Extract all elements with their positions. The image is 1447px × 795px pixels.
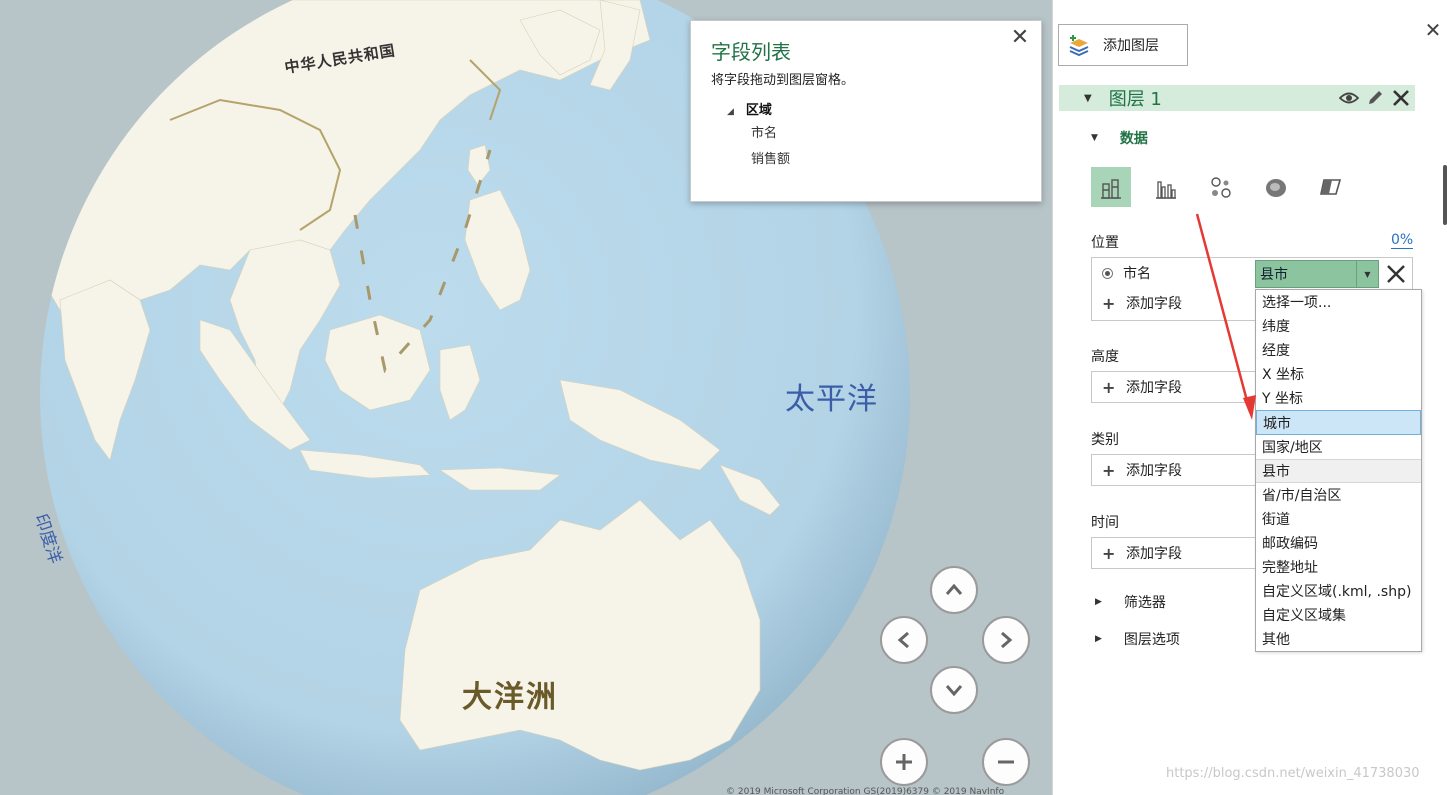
dropdown-option-selected[interactable]: 县市 (1256, 458, 1421, 483)
expand-triangle-icon: ▶ (1095, 634, 1102, 644)
field-list-hint: 将字段拖动到图层窗格。 (711, 73, 855, 88)
chevron-left-icon (897, 631, 909, 649)
category-label: 类别 (1091, 432, 1119, 448)
pan-down-button[interactable] (930, 666, 978, 714)
pan-up-button[interactable] (930, 566, 978, 614)
dropdown-option[interactable]: 国家/地区 (1256, 435, 1421, 459)
stacked-column-button[interactable] (1091, 167, 1131, 207)
stacked-column-icon (1101, 179, 1121, 199)
bubble-button[interactable] (1201, 167, 1241, 207)
close-icon (1387, 265, 1405, 283)
watermark: https://blog.csdn.net/weixin_41738030 (1166, 766, 1420, 781)
dropdown-option[interactable]: 省/市/自治区 (1256, 483, 1421, 507)
geography-type-dropdown: 选择一项... 纬度 经度 X 坐标 Y 坐标 城市 国家/地区 县市 省/市/… (1255, 289, 1422, 652)
plus-icon: + (1102, 543, 1116, 563)
add-layer-button[interactable]: 添加图层 (1058, 24, 1188, 66)
add-layer-label: 添加图层 (1103, 38, 1159, 54)
field-list-title: 字段列表 (711, 40, 791, 64)
dropdown-option[interactable]: 街道 (1256, 507, 1421, 531)
geography-type-select[interactable]: 县市 ▼ (1255, 260, 1379, 288)
layer-options-section[interactable]: ▶ 图层选项 (1095, 629, 1180, 649)
plus-icon: + (1102, 460, 1116, 480)
field-group-label: 区域 (745, 103, 772, 118)
chevron-down-icon (945, 685, 963, 697)
dropdown-option-hovered[interactable]: 城市 (1256, 410, 1421, 435)
bubble-icon (1211, 177, 1231, 198)
expand-triangle-icon: ▶ (1095, 597, 1102, 607)
time-label: 时间 (1091, 515, 1119, 531)
add-field-label: 添加字段 (1126, 463, 1182, 479)
dropdown-option[interactable]: 纬度 (1256, 314, 1421, 338)
pencil-icon[interactable] (1365, 87, 1385, 109)
dropdown-option[interactable]: 自定义区域(.kml, .shp) (1256, 579, 1421, 603)
layer-1-header[interactable]: ▼ 图层 1 (1059, 85, 1415, 111)
add-field-label: 添加字段 (1126, 380, 1182, 396)
field-list-close-button[interactable]: ✕ (1007, 25, 1033, 51)
add-field-label: 添加字段 (1126, 546, 1182, 562)
chevron-right-icon (1001, 631, 1013, 649)
dropdown-option[interactable]: 经度 (1256, 338, 1421, 362)
map-label-pacific: 太平洋 (785, 382, 878, 417)
layer-name: 图层 1 (1108, 89, 1162, 110)
map-label-oceania: 大洋洲 (462, 680, 558, 715)
minus-icon (998, 760, 1014, 764)
position-label: 位置 (1091, 235, 1119, 251)
field-item-city-name[interactable]: 市名 (751, 122, 777, 141)
remove-position-field-button[interactable] (1381, 260, 1411, 288)
field-list-panel: 字段列表 ✕ 将字段拖动到图层窗格。 ◢ 区域 市名 销售额 (690, 20, 1042, 202)
region-map-icon (1320, 179, 1342, 195)
delete-layer-icon[interactable] (1391, 87, 1411, 109)
layer-options-label: 图层选项 (1123, 632, 1180, 648)
dropdown-option[interactable]: 其他 (1256, 627, 1421, 651)
collapse-triangle-icon: ▼ (1091, 133, 1098, 143)
position-field-label: 市名 (1123, 266, 1151, 282)
dropdown-option[interactable]: 完整地址 (1256, 555, 1421, 579)
add-field-label: 添加字段 (1126, 296, 1182, 312)
dropdown-option[interactable]: Y 坐标 (1256, 386, 1421, 410)
data-section-header[interactable]: ▼ 数据 (1091, 128, 1148, 148)
clustered-column-button[interactable] (1146, 167, 1186, 207)
field-item-sales[interactable]: 销售额 (751, 148, 790, 167)
visualization-type-bar (1091, 167, 1351, 207)
heat-map-icon (1266, 179, 1286, 197)
data-section-label: 数据 (1119, 131, 1148, 147)
pane-scrollbar[interactable] (1443, 165, 1447, 225)
eye-icon[interactable] (1339, 87, 1359, 109)
geography-type-value: 县市 (1260, 267, 1288, 283)
plus-icon: + (1102, 293, 1116, 313)
dropdown-option[interactable]: 自定义区域集 (1256, 603, 1421, 627)
dropdown-option[interactable]: 选择一项... (1256, 290, 1421, 314)
dropdown-option[interactable]: X 坐标 (1256, 362, 1421, 386)
clustered-column-icon (1156, 181, 1176, 199)
dropdown-arrow-icon[interactable]: ▼ (1356, 261, 1378, 287)
chevron-up-icon (945, 583, 963, 595)
position-match-percent[interactable]: 0% (1391, 232, 1414, 249)
plus-icon (896, 754, 912, 770)
pane-close-button[interactable]: ✕ (1421, 18, 1445, 42)
collapse-triangle-icon: ▼ (1084, 92, 1092, 104)
map-canvas[interactable]: 中华人民共和国 太平洋 印度洋 大洋洲 字段列表 ✕ 将字段拖动到图层窗格。 ◢… (0, 0, 1052, 795)
collapse-triangle-icon: ◢ (727, 107, 734, 117)
height-label: 高度 (1091, 349, 1119, 365)
plus-icon: + (1102, 377, 1116, 397)
field-group-region[interactable]: ◢ 区域 (727, 99, 772, 118)
layer-pane: ✕ 添加图层 ▼ 图层 1 ▼ 数据 位置 0% 市名 + 添加字段 县市 ▼ … (1052, 0, 1447, 795)
filters-section[interactable]: ▶ 筛选器 (1095, 592, 1166, 612)
filters-label: 筛选器 (1123, 595, 1166, 611)
pan-left-button[interactable] (880, 616, 928, 664)
radio-icon (1102, 267, 1113, 279)
dropdown-option[interactable]: 邮政编码 (1256, 531, 1421, 555)
zoom-in-button[interactable] (880, 738, 928, 786)
zoom-out-button[interactable] (982, 738, 1030, 786)
region-map-button[interactable] (1311, 167, 1351, 207)
heat-map-button[interactable] (1256, 167, 1296, 207)
add-layer-icon (1069, 35, 1089, 57)
map-copyright: © 2019 Microsoft Corporation GS(2019)637… (726, 787, 1005, 795)
pan-right-button[interactable] (982, 616, 1030, 664)
